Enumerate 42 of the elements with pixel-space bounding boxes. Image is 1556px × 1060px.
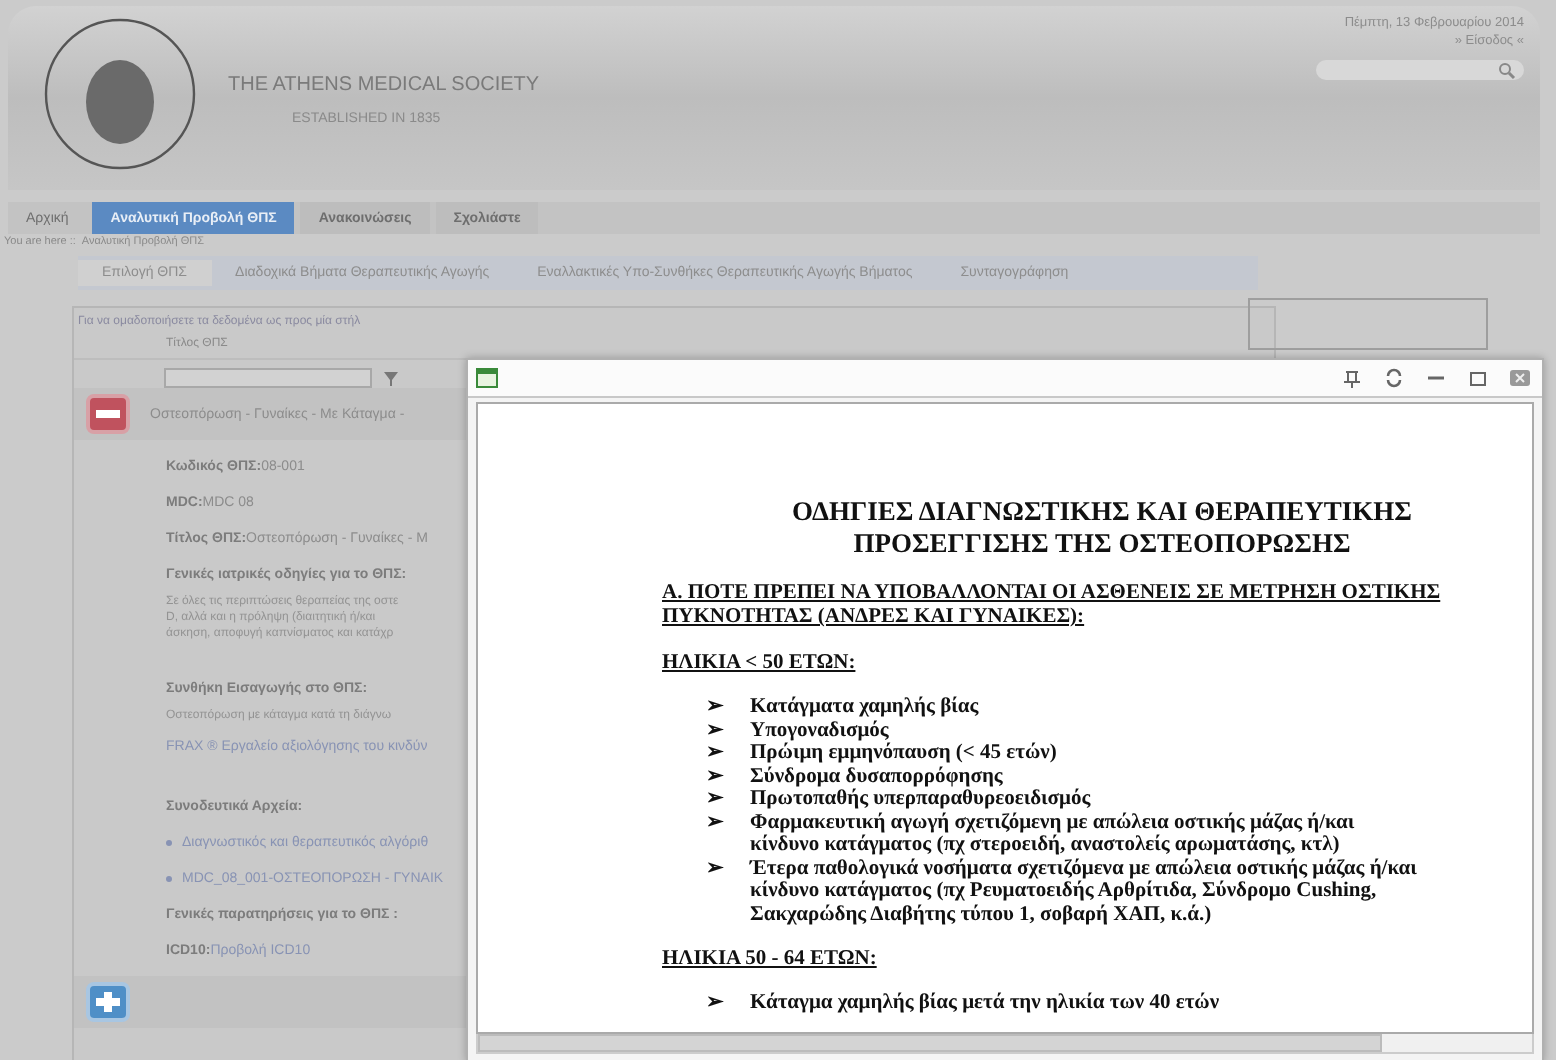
- toggle-button[interactable]: [86, 394, 130, 434]
- window-icon: [476, 368, 498, 388]
- bullet-arrow: ➢: [706, 742, 726, 765]
- refresh-icon: [1384, 368, 1404, 388]
- search-icon: [1498, 61, 1516, 79]
- bullet-arrow: ➢: [706, 811, 726, 837]
- bullet-arrow: ➢: [706, 696, 726, 719]
- list-item-text: Υπογοναδισμός: [750, 719, 889, 741]
- list-item-text: Κάταγμα χαμηλής βίας μετά την ηλικία των 40 ετών: [750, 992, 1222, 1015]
- bullet-arrow: ➢: [706, 857, 726, 883]
- bullet-arrow: ➢: [706, 788, 726, 811]
- document-title: ΟΔΗΓΙΕΣ ΔΙΑΓΝΩΣΤΙΚΗΣ ΚΑΙ ΘΕΡΑΠΕΥΤΙΚΗΣ: [790, 496, 1414, 528]
- refresh-button[interactable]: [1384, 368, 1404, 388]
- bullet-arrow: ➢: [706, 765, 726, 788]
- section-heading: ΗΛΙΚΙΑ 50 - 64 ΕΤΩΝ:: [662, 948, 879, 972]
- close-icon: [1510, 368, 1530, 388]
- toggle-button[interactable]: [86, 982, 130, 1022]
- minus-icon: [96, 404, 120, 424]
- list-item-text: Πρωτοπαθής υπερπαραθυρεοειδισμός: [750, 788, 1093, 811]
- bullet-icon: [166, 839, 172, 845]
- list-item-text: Κατάγματα χαμηλής βίας: [750, 696, 981, 719]
- document-title: ΠΡΟΣΕΓΓΙΣΗΣ ΤΗΣ ΟΣΤΕΟΠΟΡΩΣΗΣ: [851, 528, 1353, 560]
- list-item-text: Σύνδρομα δυσαπορρόφησης: [750, 765, 1003, 787]
- scrollbar-thumb[interactable]: [478, 1034, 1382, 1052]
- search-field[interactable]: [1316, 60, 1524, 80]
- bullet-arrow: ➢: [706, 719, 726, 742]
- section-heading: Α. ΠΟΤΕ ΠΡΕΠΕΙ ΝΑ ΥΠΟΒΑΛΛΟΝΤΑΙ ΟΙ ΑΣΘΕΝΕΙΣ ΣΕ ΜΕΤΡΗΣΗ ΟΣΤΙΚΗΣ ΠΥΚΝΟΤΗΤΑΣ (ΑΝΔΡΕΣ ΚΑΙ ΓΥΝΑΙΚΕΣ):: [662, 582, 1443, 630]
- list-item-text: Έτερα παθολογικά νοσήματα σχετιζόμενα με απώλεια οστικής μάζας ή/και κίνδυνο κατάγματος (πχ Ρευματοειδής Αρθρίτιδα, Σύνδρομο Cushing, Σακχαρώδης Διαβήτης τύπου 1, σοβαρή ΧΑΠ, κ.ά.): [750, 857, 1419, 926]
- filter-input[interactable]: [164, 368, 372, 388]
- maximize-icon: [1468, 368, 1488, 388]
- list-item-text: Πρώιμη εμμηνόπαυση (< 45 ετών): [750, 742, 1059, 765]
- bullet-icon: [166, 875, 172, 881]
- bullet-arrow: ➢: [706, 992, 726, 1015]
- horizontal-scrollbar[interactable]: [476, 1034, 1534, 1054]
- section-heading: ΗΛΙΚΙΑ < 50 ΕΤΩΝ:: [662, 652, 858, 676]
- close-button[interactable]: [1510, 368, 1530, 388]
- list-item-text: Φαρμακευτική αγωγή σχετιζόμενη με απώλεια οστικής μάζας ή/και κίνδυνο κατάγματος (πχ στεροειδή, αναστολείς αρωματάσης, κτλ): [750, 811, 1357, 857]
- maximize-button[interactable]: [1468, 368, 1488, 388]
- site-title: THE ATHENS MEDICAL SOCIETY: [228, 74, 540, 96]
- pin-button[interactable]: [1342, 368, 1362, 388]
- pin-icon: [1342, 368, 1362, 388]
- plus-icon: [96, 992, 120, 1012]
